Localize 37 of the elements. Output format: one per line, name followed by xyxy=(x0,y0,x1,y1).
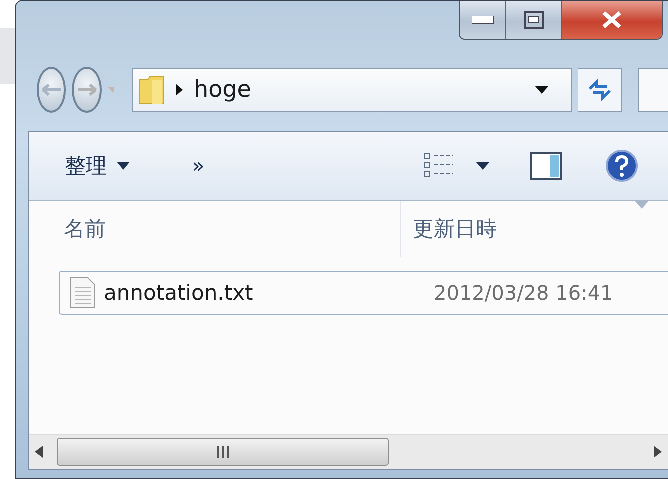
organize-menu[interactable]: 整理 xyxy=(65,152,130,180)
file-row[interactable]: annotation.txt 2012/03/28 16:41 xyxy=(59,271,668,315)
horizontal-scrollbar[interactable] xyxy=(29,434,668,469)
close-icon xyxy=(601,11,623,29)
more-button[interactable]: » xyxy=(192,154,205,178)
refresh-icon xyxy=(586,79,612,101)
back-button[interactable] xyxy=(37,67,66,113)
chevron-icon xyxy=(175,83,184,97)
minimize-icon xyxy=(472,16,494,24)
address-bar[interactable]: hoge xyxy=(132,68,572,112)
maximize-button[interactable] xyxy=(505,1,561,39)
preview-pane-button[interactable] xyxy=(530,152,562,180)
search-field[interactable] xyxy=(638,68,668,112)
address-path: hoge xyxy=(194,77,252,103)
column-header[interactable]: 更新日時 xyxy=(401,201,651,257)
text-file-icon xyxy=(70,277,96,309)
maximize-icon xyxy=(524,11,544,29)
caret-icon[interactable] xyxy=(535,86,549,94)
list-view-icon xyxy=(424,152,454,180)
back-arrow-icon xyxy=(40,83,63,97)
caret-icon xyxy=(476,162,490,170)
background-panel xyxy=(0,28,15,84)
caret-icon xyxy=(117,162,130,170)
close-button[interactable] xyxy=(561,1,662,39)
refresh-button[interactable] xyxy=(578,68,622,112)
help-button[interactable] xyxy=(606,150,638,182)
column-header[interactable]: 名前 xyxy=(29,201,401,257)
folder-icon xyxy=(139,75,165,105)
forward-button[interactable] xyxy=(72,67,102,113)
forward-arrow-icon xyxy=(76,83,98,97)
view-button[interactable] xyxy=(424,152,490,180)
scrollbar-thumb[interactable] xyxy=(57,438,389,466)
scroll-left-icon[interactable] xyxy=(35,446,43,458)
grip-icon xyxy=(216,445,230,459)
scroll-right-icon[interactable] xyxy=(654,446,662,458)
preview-pane-icon xyxy=(530,152,562,180)
help-icon xyxy=(606,150,638,182)
